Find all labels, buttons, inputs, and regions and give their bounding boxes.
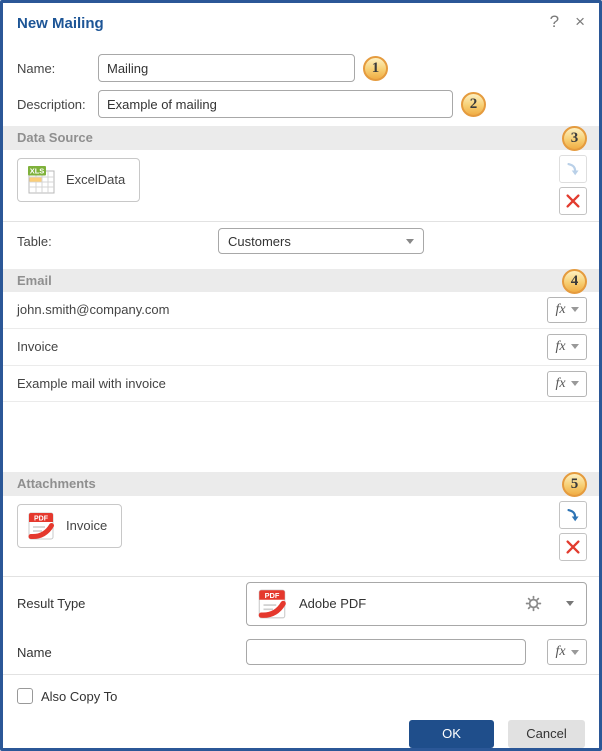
data-source-item-exceldata[interactable]: XLS ExcelData — [17, 158, 140, 202]
email-subject-fx-button[interactable]: fx — [547, 334, 587, 360]
result-type-dropdown[interactable]: PDF Adobe PDF — [246, 582, 587, 626]
name-row: Name: 1 — [17, 54, 585, 82]
spacer — [3, 567, 599, 576]
chevron-down-icon — [571, 650, 579, 655]
cancel-button[interactable]: Cancel — [508, 720, 585, 748]
fx-icon: fx — [555, 302, 565, 318]
help-icon[interactable]: ? — [550, 12, 559, 32]
pdf-file-icon: PDF — [255, 587, 289, 621]
attachments-section-header: Attachments 5 — [3, 472, 599, 495]
data-source-move-down-button[interactable] — [559, 155, 587, 183]
result-name-label: Name — [17, 645, 246, 660]
email-section-header: Email 4 — [3, 269, 599, 292]
dialog-title: New Mailing — [17, 15, 104, 32]
chevron-down-icon — [571, 344, 579, 349]
email-body-row: Example mail with invoice fx — [3, 366, 599, 403]
chevron-down-icon — [571, 307, 579, 312]
result-name-fx-button[interactable]: fx — [547, 639, 587, 665]
dialog-titlebar: New Mailing ? × — [3, 3, 599, 36]
fx-icon: fx — [555, 339, 565, 355]
result-name-row: Name fx — [3, 631, 599, 674]
svg-text:PDF: PDF — [265, 591, 280, 600]
new-mailing-dialog: New Mailing ? × Name: 1 Description: 2 D… — [0, 0, 602, 751]
table-row: Table: Customers — [3, 222, 599, 261]
email-subject-value: Invoice — [17, 339, 58, 354]
name-label: Name: — [17, 61, 98, 76]
step-badge-2: 2 — [461, 92, 486, 117]
fx-icon: fx — [555, 644, 565, 660]
email-title: Email — [17, 273, 52, 288]
result-type-value: Adobe PDF — [299, 596, 366, 611]
delete-x-icon — [564, 192, 582, 210]
step-badge-4: 4 — [562, 269, 587, 294]
data-source-item-area: XLS ExcelData — [3, 150, 599, 222]
arrow-down-icon — [564, 506, 582, 524]
arrow-down-icon — [564, 160, 582, 178]
also-copy-label: Also Copy To — [41, 689, 117, 704]
svg-text:XLS: XLS — [30, 166, 45, 175]
email-to-row: john.smith@company.com fx — [3, 292, 599, 329]
chevron-down-icon — [406, 239, 414, 244]
description-label: Description: — [17, 97, 98, 112]
gear-icon[interactable] — [525, 595, 542, 612]
email-body-fx-button[interactable]: fx — [547, 371, 587, 397]
attachment-item-invoice[interactable]: PDF Invoice — [17, 504, 122, 548]
data-source-actions — [559, 155, 587, 215]
step-badge-1: 1 — [363, 56, 388, 81]
svg-text:PDF: PDF — [34, 515, 49, 522]
xls-file-icon: XLS — [25, 164, 57, 196]
description-row: Description: 2 — [17, 90, 585, 118]
data-source-section-header: Data Source 3 — [3, 126, 599, 149]
email-to-value: john.smith@company.com — [17, 302, 169, 317]
step-badge-5: 5 — [562, 472, 587, 497]
data-source-title: Data Source — [17, 130, 93, 145]
result-name-input[interactable] — [246, 639, 526, 665]
fx-icon: fx — [555, 376, 565, 392]
delete-x-icon — [564, 538, 582, 556]
chevron-down-icon — [571, 381, 579, 386]
dialog-footer: OK Cancel — [3, 706, 599, 748]
attachment-item-label: Invoice — [66, 518, 107, 533]
email-subject-row: Invoice fx — [3, 329, 599, 366]
attachment-move-down-button[interactable] — [559, 501, 587, 529]
ok-button[interactable]: OK — [409, 720, 494, 748]
name-input[interactable] — [98, 54, 355, 82]
description-input[interactable] — [98, 90, 453, 118]
chevron-down-icon — [566, 601, 574, 606]
email-to-fx-button[interactable]: fx — [547, 297, 587, 323]
table-label: Table: — [17, 234, 218, 249]
email-empty-space — [3, 402, 599, 464]
result-type-row: Result Type PDF Adobe PDF — [3, 577, 599, 631]
data-source-delete-button[interactable] — [559, 187, 587, 215]
also-copy-checkbox[interactable] — [17, 688, 33, 704]
data-source-item-label: ExcelData — [66, 172, 125, 187]
table-dropdown[interactable]: Customers — [218, 228, 424, 254]
step-badge-3: 3 — [562, 126, 587, 151]
attachment-delete-button[interactable] — [559, 533, 587, 561]
attachments-item-area: PDF Invoice — [3, 496, 599, 568]
pdf-file-icon: PDF — [25, 510, 57, 542]
email-body-value: Example mail with invoice — [17, 376, 166, 391]
attachments-title: Attachments — [17, 476, 96, 491]
attachments-actions — [559, 501, 587, 561]
table-dropdown-value: Customers — [228, 234, 291, 249]
also-copy-row: Also Copy To — [3, 675, 599, 706]
result-type-label: Result Type — [17, 596, 246, 611]
window-controls: ? × — [550, 12, 585, 32]
close-icon[interactable]: × — [575, 12, 585, 32]
